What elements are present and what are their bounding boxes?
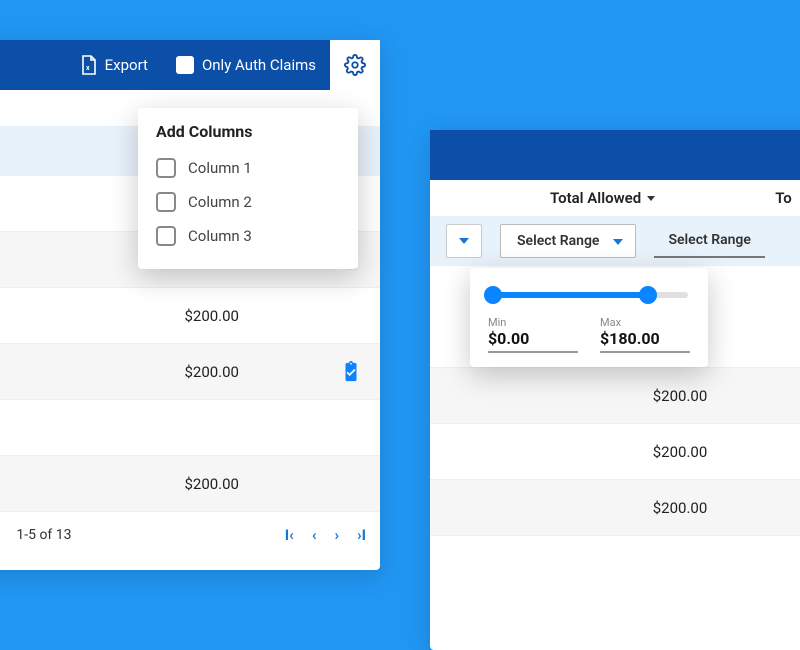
- cell-amount: $200.00: [653, 443, 708, 461]
- cell-amount: $200.00: [119, 475, 239, 493]
- add-column-option[interactable]: Column 3: [156, 219, 340, 253]
- last-page-button[interactable]: ›I: [357, 526, 366, 544]
- select-range-input[interactable]: Select Range: [654, 224, 764, 258]
- checkbox-icon: [156, 226, 176, 246]
- table-row: $200.00: [0, 400, 380, 456]
- add-column-label: Column 2: [188, 193, 252, 211]
- column-header-total-allowed[interactable]: Total Allowed: [550, 189, 655, 207]
- chevron-down-icon: [613, 239, 623, 245]
- table-row: $200.00: [430, 368, 800, 424]
- table-row: $200.00 $200.00: [0, 288, 380, 344]
- claims-panel-right: x Export Total Allowed To Select Range S…: [430, 130, 800, 650]
- clipboard-check-icon[interactable]: [340, 361, 362, 383]
- only-auth-label: Only Auth Claims: [202, 56, 316, 74]
- checkbox-icon: [156, 158, 176, 178]
- pagination: s per page: 5 1-5 of 13 I‹ ‹ › ›I: [0, 512, 380, 558]
- first-page-button[interactable]: I‹: [285, 526, 294, 544]
- toolbar: x Export Only Auth Claims: [0, 40, 380, 90]
- only-auth-toggle[interactable]: Only Auth Claims: [162, 40, 330, 90]
- export-button[interactable]: x Export: [67, 40, 162, 90]
- cell-amount: $200.00: [0, 419, 18, 437]
- slider-fill: [490, 292, 648, 298]
- sort-caret-icon: [647, 196, 655, 201]
- table-row: $200.00 $200.00: [0, 344, 380, 400]
- table-row: $200.00 $200.00: [0, 456, 380, 512]
- cell-amount: $200.00: [653, 387, 708, 405]
- cell-amount: $200.00: [119, 363, 239, 381]
- add-column-label: Column 1: [188, 159, 252, 177]
- column-headers: Total Allowed To: [430, 180, 800, 216]
- column-header-label: To: [775, 189, 792, 207]
- export-label: Export: [105, 56, 148, 74]
- range-slider[interactable]: [490, 292, 688, 298]
- range-max-value: $180.00: [600, 329, 690, 348]
- settings-button[interactable]: [330, 40, 380, 90]
- cell-amount: $200.00: [119, 307, 239, 325]
- next-page-button[interactable]: ›: [335, 526, 340, 544]
- chevron-down-icon: [459, 238, 469, 244]
- select-range-label: Select Range: [517, 233, 599, 249]
- range-min-field[interactable]: Min $0.00: [488, 316, 578, 353]
- column-header-label: Total Allowed: [550, 189, 641, 207]
- cell-amount: $200.00: [653, 499, 708, 517]
- filter-row: Select Range Select Range: [430, 216, 800, 266]
- filter-dropdown[interactable]: [446, 224, 482, 258]
- checkbox-icon: [156, 192, 176, 212]
- toolbar: x Export: [430, 130, 800, 180]
- page-range-text: 1-5 of 13: [16, 527, 71, 543]
- gear-icon: [344, 54, 366, 76]
- select-range-button[interactable]: Select Range: [500, 224, 636, 258]
- select-range-label: Select Range: [668, 232, 750, 248]
- cell-amount: $200.00: [0, 363, 18, 381]
- range-fields: Min $0.00 Max $180.00: [488, 316, 690, 353]
- prev-page-button[interactable]: ‹: [312, 526, 317, 544]
- column-header-secondary[interactable]: To: [775, 189, 792, 207]
- add-column-option[interactable]: Column 2: [156, 185, 340, 219]
- table-row: $200.00: [430, 424, 800, 480]
- range-max-field[interactable]: Max $180.00: [600, 316, 690, 353]
- file-export-icon: x: [81, 55, 97, 75]
- range-max-label: Max: [600, 316, 690, 329]
- add-columns-popover: Add Columns Column 1 Column 2 Column 3: [138, 108, 358, 269]
- slider-handle-min[interactable]: [484, 286, 502, 304]
- range-slider-popover: Min $0.00 Max $180.00: [470, 268, 708, 367]
- add-columns-title: Add Columns: [156, 122, 340, 141]
- slider-handle-max[interactable]: [639, 286, 657, 304]
- add-column-option[interactable]: Column 1: [156, 151, 340, 185]
- cell-amount: $200.00: [0, 195, 18, 213]
- cell-amount: $200.00: [0, 307, 18, 325]
- svg-text:x: x: [86, 64, 90, 72]
- cell-amount: $200.00: [0, 251, 18, 269]
- add-column-label: Column 3: [188, 227, 252, 245]
- cell-amount: $200.00: [0, 475, 18, 493]
- checkbox-icon: [176, 56, 194, 74]
- table-row: $200.00: [430, 480, 800, 536]
- range-min-value: $0.00: [488, 329, 578, 348]
- page-nav: I‹ ‹ › ›I: [285, 526, 366, 544]
- range-min-label: Min: [488, 316, 578, 329]
